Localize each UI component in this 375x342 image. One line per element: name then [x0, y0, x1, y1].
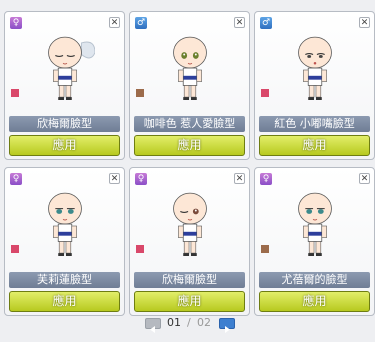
- next-page-icon: [225, 326, 230, 333]
- character-avatar: [160, 30, 220, 110]
- face-card[interactable]: ♀ ✕ 芙莉蓮臉型應用: [4, 167, 125, 316]
- apply-button[interactable]: 應用: [259, 291, 370, 312]
- female-icon: ♀: [10, 17, 22, 29]
- close-icon[interactable]: ✕: [109, 173, 120, 184]
- face-card[interactable]: ♂ ✕ 咖啡色 惹人愛臉型應用: [129, 11, 250, 160]
- character-figure: [173, 36, 207, 100]
- character-figure: [298, 192, 332, 256]
- apply-button[interactable]: 應用: [134, 291, 245, 312]
- prev-page-button[interactable]: [145, 318, 161, 333]
- page-total: 02: [197, 316, 211, 329]
- color-swatch: [261, 245, 269, 253]
- male-icon: ♂: [260, 17, 272, 29]
- character-figure: [48, 192, 82, 256]
- apply-button[interactable]: 應用: [9, 291, 120, 312]
- next-page-button[interactable]: [219, 318, 235, 333]
- face-card[interactable]: ♀ ✕ 欣梅爾臉型應用: [4, 11, 125, 160]
- face-name-label: 尤蓓爾的臉型: [259, 272, 370, 288]
- female-icon: ♀: [260, 173, 272, 185]
- color-swatch: [136, 245, 144, 253]
- color-swatch: [261, 89, 269, 97]
- character-figure: [173, 192, 207, 256]
- face-name-label: 紅色 小嘟嘴臉型: [259, 116, 370, 132]
- color-swatch: [11, 245, 19, 253]
- face-name-label: 咖啡色 惹人愛臉型: [134, 116, 245, 132]
- male-icon: ♂: [135, 17, 147, 29]
- prev-page-icon: [150, 326, 155, 333]
- face-card[interactable]: ♂ ✕ 紅色 小嘟嘴臉型應用: [254, 11, 375, 160]
- female-icon: ♀: [135, 173, 147, 185]
- character-avatar: [160, 186, 220, 266]
- apply-button[interactable]: 應用: [9, 135, 120, 156]
- face-name-label: 欣梅爾臉型: [9, 116, 120, 132]
- color-swatch: [11, 89, 19, 97]
- female-icon: ♀: [10, 173, 22, 185]
- close-icon[interactable]: ✕: [234, 173, 245, 184]
- character-figure: [298, 36, 332, 100]
- character-figure: [48, 36, 96, 100]
- page-current: 01: [167, 316, 181, 329]
- close-icon[interactable]: ✕: [234, 17, 245, 28]
- face-name-label: 芙莉蓮臉型: [9, 272, 120, 288]
- face-card[interactable]: ♀ ✕ 尤蓓爾的臉型應用: [254, 167, 375, 316]
- character-avatar: [35, 30, 96, 110]
- character-avatar: [35, 186, 95, 266]
- color-swatch: [136, 89, 144, 97]
- face-card[interactable]: ♀ ✕ 欣梅爾臉型應用: [129, 167, 250, 316]
- page-separator: /: [187, 316, 191, 329]
- character-avatar: [285, 30, 345, 110]
- close-icon[interactable]: ✕: [359, 17, 370, 28]
- face-name-label: 欣梅爾臉型: [134, 272, 245, 288]
- apply-button[interactable]: 應用: [259, 135, 370, 156]
- close-icon[interactable]: ✕: [359, 173, 370, 184]
- character-avatar: [285, 186, 345, 266]
- close-icon[interactable]: ✕: [109, 17, 120, 28]
- apply-button[interactable]: 應用: [134, 135, 245, 156]
